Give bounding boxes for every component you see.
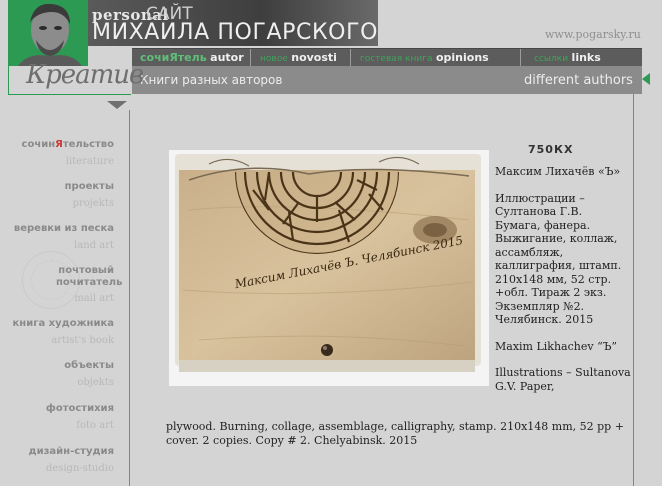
sidebar-item-literature[interactable]: сочинЯтельство [22,139,114,150]
sidebar-item-land-art[interactable]: веревки из песка [14,223,114,234]
book-description: Максим Лихачёв «Ъ» Иллюстрации – Султано… [495,165,631,406]
nav-label-ru: новое [260,54,288,64]
sidebar-item-design-studio[interactable]: дизайн-студия [29,446,114,457]
nav-label-en: novosti [291,51,337,64]
sidebar-item-foto-art-en[interactable]: foto art [76,420,114,431]
sidebar-item-foto-art[interactable]: фотостихия [46,403,114,414]
site-url[interactable]: www.pogarsky.ru [545,28,641,41]
nav-item-links[interactable]: ссылки links [534,49,601,66]
sidebar-item-objects-en[interactable]: objekts [77,377,114,388]
book-details-en-start: Illustrations – Sultanova G.V. Paper, [495,366,631,393]
site-title[interactable]: МИХАИЛА ПОГАРСКОГО [92,20,378,45]
nav-label-en: opinions [435,51,489,64]
section-title-en: different authors [524,73,633,88]
right-divider [633,94,634,486]
signature-logo: Креатив [26,60,144,90]
nav-divider [250,49,251,66]
book-author-ru: Максим Лихачёв «Ъ» [495,165,621,178]
sidebar-item-land-art-en[interactable]: land art [74,240,114,251]
section-title-ru: Книги разных авторов [140,73,283,87]
nav-divider [350,49,351,66]
author-portrait [8,0,88,67]
book-photo[interactable]: Максим Лихачёв Ъ. Челябинск 2015 [169,150,489,386]
nav-divider [520,49,521,66]
nav-item-opinions[interactable]: гостевая книга opinions [360,49,489,66]
top-nav: сочиЯтель autor новое novosti гостевая к… [132,48,642,66]
nav-item-novosti[interactable]: новое novosti [260,49,337,66]
sidebar-item-objects[interactable]: объекты [64,360,114,371]
sidebar-item-design-studio-en[interactable]: design-studio [46,463,114,474]
nav-label-en: links [571,51,601,64]
book-code: 750КХ [528,143,574,156]
sidebar-item-projects-en[interactable]: projekts [73,198,114,209]
nav-label-ru: ссылки [534,54,569,64]
sidebar-item-mail-art[interactable]: почтовый почитатель [56,265,122,289]
nav-label-ru: гостевая книга [360,54,433,64]
nav-label-ru: сочиЯтель [140,51,207,64]
book-author-en: Maxim Likhachev “Ъ” [495,339,618,353]
sidebar-item-artists-book-en[interactable]: artist's book [51,335,114,346]
book-details-ru: Иллюстрации – Султанова Г.В. Бумага, фан… [495,191,622,327]
nav-item-autor[interactable]: сочиЯтель autor [140,49,244,66]
book-details-en-end: plywood. Burning, collage, assemblage, c… [166,420,624,447]
sidebar-item-literature-en[interactable]: literature [66,156,114,167]
left-divider [129,110,130,486]
chevron-down-icon[interactable] [107,101,127,109]
sidebar-item-mail-art-en[interactable]: mail art [74,293,114,304]
section-arrow-icon [642,73,650,85]
sidebar-item-artists-book[interactable]: книга художника [13,318,114,329]
sidebar-item-projects[interactable]: проекты [65,181,114,192]
nav-label-en: autor [210,51,244,64]
